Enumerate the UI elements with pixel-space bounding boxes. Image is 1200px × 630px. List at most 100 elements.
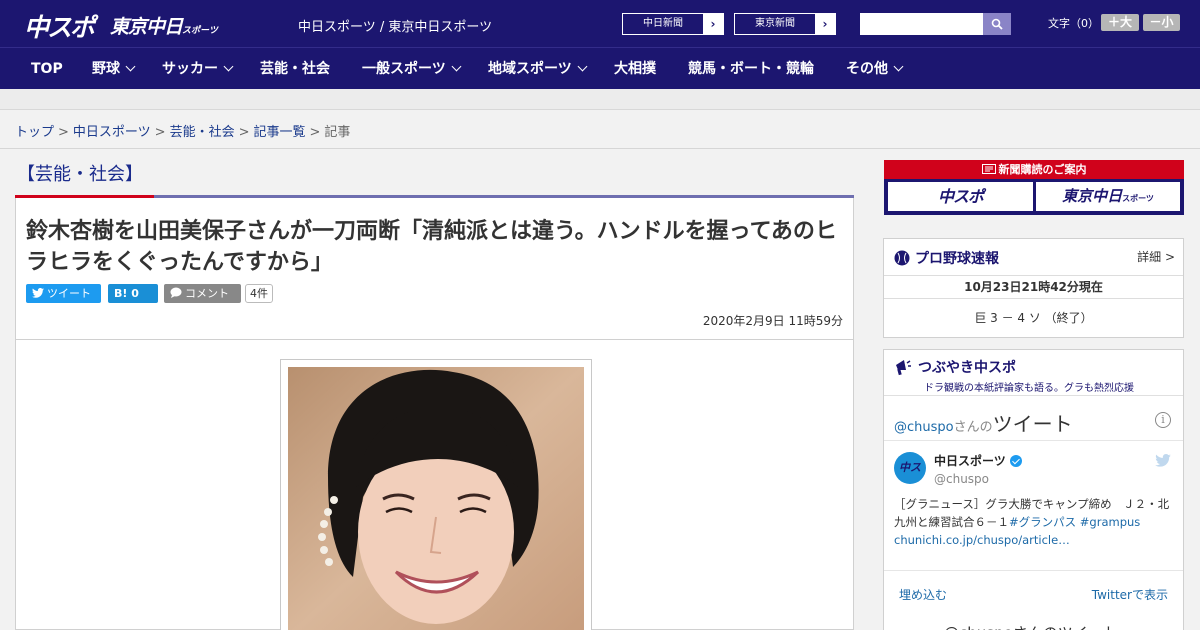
tweet-hashtags[interactable]: #グランパス #grampus (1009, 515, 1140, 529)
search-input[interactable] (860, 13, 983, 35)
breadcrumb-current: 記事 (324, 125, 351, 140)
subscribe-chuspo-button[interactable]: 中スポ (888, 182, 1033, 211)
ext-link-label: 中日新聞 (643, 18, 683, 29)
subscription-heading-text: 新聞購読のご案内 (998, 163, 1087, 176)
twitter-bird-icon[interactable] (1155, 454, 1171, 471)
tweet-link[interactable]: chunichi.co.jp/chuspo/article… (894, 533, 1070, 547)
font-decrease-button[interactable]: －小 (1143, 14, 1180, 31)
timeline-footer-handle[interactable]: @chuspoさんのツイート (944, 622, 1118, 630)
ad-strip (0, 89, 1200, 110)
tweet-text: ［グラニュース］グラ大勝でキャンプ締め Ｊ２・北九州と練習試合６－１#グランパス… (894, 495, 1176, 549)
view-on-twitter-link[interactable]: Twitterで表示 (1092, 586, 1168, 603)
subscribe-tokyo-chunichi-button[interactable]: 東京中日スポーツ (1036, 182, 1180, 211)
chunichi-shimbun-link[interactable]: 中日新聞 › (622, 13, 724, 35)
timeline-tweet-label: ツイート (992, 412, 1073, 436)
comment-count-badge: 4件 (245, 284, 273, 303)
tweets-heading: つぶやき中スポ (894, 357, 1016, 377)
article-date: 2020年2月9日 11時59分 (702, 314, 843, 328)
breadcrumb-top[interactable]: トップ (15, 125, 54, 140)
hatena-bookmark-button[interactable]: B! 0 (108, 284, 158, 303)
baseball-score[interactable]: 巨 3 － 4 ソ （終了） (884, 299, 1183, 337)
nav-label: TOP (31, 61, 63, 77)
tokyo-chunichi-logo[interactable]: 東京中日スポーツ (110, 12, 218, 39)
tokyo-logo-text: 東京中日 (110, 16, 183, 38)
tweet-user-name-text: 中日スポーツ (934, 454, 1006, 468)
article-photo-frame (280, 359, 592, 630)
nav-label: 大相撲 (614, 61, 656, 77)
nav-label: サッカー (162, 61, 218, 77)
breadcrumb-separator: > (238, 125, 250, 140)
chevron-down-icon (451, 61, 462, 72)
breadcrumb-separator: > (154, 125, 166, 140)
chevron-down-icon (893, 61, 904, 72)
site-names: 中日スポーツ / 東京中日スポーツ (298, 20, 493, 35)
timeline-san: さんの (953, 420, 993, 435)
verified-badge-icon (1009, 454, 1022, 467)
comment-label: コメント (185, 287, 229, 300)
tweets-subtitle: ドラ観戦の本紙評論家も語る。グラも熱烈応援 (924, 383, 1134, 394)
timeline-handle[interactable]: @chuspo (894, 420, 954, 435)
avatar[interactable]: 中スポ (894, 452, 926, 484)
baseball-scores-box: プロ野球速報 詳細 > 10月23日21時42分現在 巨 3 － 4 ソ （終了… (883, 238, 1184, 338)
nav-item-general-sports[interactable]: 一般スポーツ (362, 48, 462, 90)
baseball-detail-link[interactable]: 詳細 > (1137, 248, 1175, 265)
article-card: 鈴木杏樹を山田美保子さんが一刀両断「清純派とは違う。ハンドルを握ってあのヒラヒラ… (15, 198, 854, 630)
tweet-button[interactable]: ツイート (26, 284, 101, 303)
megaphone-icon (896, 360, 911, 376)
article-title: 鈴木杏樹を山田美保子さんが一刀両断「清純派とは違う。ハンドルを握ってあのヒラヒラ… (26, 219, 837, 275)
chevron-down-icon (125, 61, 136, 72)
nav-item-racing[interactable]: 競馬・ボート・競輪 (688, 48, 814, 90)
nav-label: その他 (846, 61, 888, 77)
breadcrumb: トップ > 中日スポーツ > 芸能・社会 > 記事一覧 > 記事 (15, 121, 350, 140)
subscription-heading: 新聞購読のご案内 (884, 160, 1184, 179)
twitter-timeline-widget: @chuspoさんのツイート i 中スポ 中日スポーツ @chuspo ［グラニ… (884, 395, 1183, 630)
chevron-right-icon: › (815, 14, 835, 34)
search-icon (991, 18, 1003, 30)
nav-item-soccer[interactable]: サッカー (162, 48, 234, 90)
search-button[interactable] (983, 13, 1011, 35)
tokyo-shimbun-link[interactable]: 東京新聞 › (734, 13, 836, 35)
site-header: 中スポ 東京中日スポーツ 中日スポーツ / 東京中日スポーツ 中日新聞 › 東京… (0, 0, 1200, 47)
info-icon[interactable]: i (1155, 412, 1171, 428)
tweets-box: つぶやき中スポ ドラ観戦の本紙評論家も語る。グラも熱烈応援 @chuspoさんの… (883, 349, 1184, 630)
chevron-right-icon: › (703, 14, 723, 34)
breadcrumb-separator: > (58, 125, 69, 140)
tweet-label: ツイート (47, 287, 91, 300)
tokyo-logo-small: スポーツ (182, 26, 218, 36)
font-increase-button[interactable]: ＋大 (1101, 14, 1139, 31)
subscribe-tokyo-label: 東京中日 (1062, 187, 1123, 205)
baseball-title: プロ野球速報 (915, 251, 999, 267)
baseball-timestamp: 10月23日21時42分現在 (884, 275, 1183, 299)
chuspo-logo[interactable]: 中スポ (24, 8, 95, 44)
divider (884, 440, 1183, 441)
breadcrumb-article-list[interactable]: 記事一覧 (254, 125, 306, 140)
tweet-user-name[interactable]: 中日スポーツ (934, 452, 1022, 469)
nav-item-baseball[interactable]: 野球 (92, 48, 136, 90)
nav-label: 一般スポーツ (362, 61, 446, 77)
chevron-down-icon (577, 61, 588, 72)
comment-button[interactable]: コメント (164, 284, 241, 303)
category-heading: 【芸能・社会】 (17, 164, 143, 185)
baseball-icon (894, 250, 910, 266)
subscribe-tokyo-small: スポーツ (1122, 194, 1154, 203)
divider (884, 570, 1183, 571)
nav-item-top[interactable]: TOP (31, 48, 63, 90)
nav-item-sumo[interactable]: 大相撲 (614, 48, 656, 90)
subscription-banner: 新聞購読のご案内 中スポ 東京中日スポーツ (884, 160, 1184, 215)
breadcrumb-entertainment[interactable]: 芸能・社会 (170, 125, 235, 140)
nav-item-local-sports[interactable]: 地域スポーツ (488, 48, 588, 90)
nav-label: 芸能・社会 (260, 61, 330, 77)
main-nav: TOP 野球 サッカー 芸能・社会 一般スポーツ 地域スポーツ 大相撲 競馬・ボ… (0, 47, 1200, 89)
nav-item-entertainment[interactable]: 芸能・社会 (260, 48, 330, 90)
nav-label: 地域スポーツ (488, 61, 572, 77)
twitter-bird-icon (32, 288, 44, 298)
tweet-user-handle[interactable]: @chuspo (934, 472, 989, 486)
ext-link-label: 東京新聞 (755, 18, 795, 29)
nav-label: 野球 (92, 61, 120, 77)
embed-link[interactable]: 埋め込む (899, 586, 947, 603)
divider (16, 339, 853, 340)
article-photo[interactable] (288, 367, 584, 630)
divider (0, 148, 1200, 149)
nav-item-other[interactable]: その他 (846, 48, 904, 90)
breadcrumb-chunichi-sports[interactable]: 中日スポーツ (73, 125, 151, 140)
